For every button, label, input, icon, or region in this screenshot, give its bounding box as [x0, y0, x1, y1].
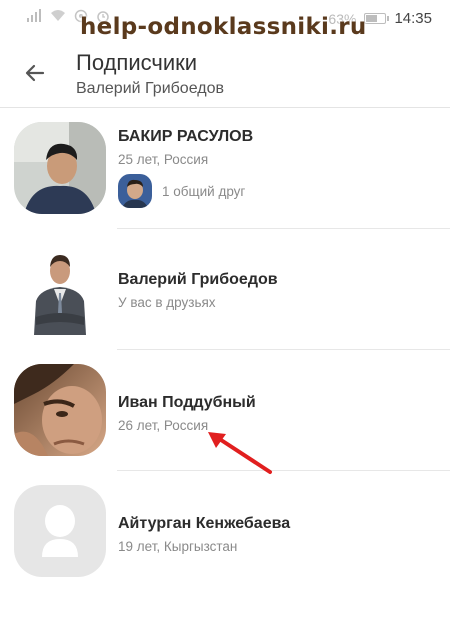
avatar-photo — [14, 364, 106, 456]
mutual-friends[interactable]: 1 общий друг — [118, 174, 245, 208]
mutual-friend-avatar — [118, 174, 152, 208]
avatar[interactable] — [14, 364, 106, 456]
subscriber-name[interactable]: Валерий Грибоедов — [118, 271, 278, 289]
wifi-icon — [51, 10, 65, 21]
subscriber-name[interactable]: Иван Поддубный — [118, 394, 256, 412]
battery-level — [366, 15, 378, 22]
avatar-photo — [14, 243, 106, 335]
avatar[interactable] — [14, 243, 106, 335]
watermark: help-odnoklassniki.ru — [80, 14, 367, 40]
subscriber-info: 19 лет, Кыргызстан — [118, 539, 238, 554]
avatar[interactable] — [14, 122, 106, 214]
signal-icon — [27, 9, 41, 22]
page-subtitle: Валерий Грибоедов — [76, 80, 224, 97]
arrow-left-icon — [25, 64, 45, 82]
clock: 14:35 — [394, 10, 432, 27]
user-placeholder-icon — [42, 505, 78, 557]
subscriber-info: 26 лет, Россия — [118, 418, 209, 433]
list-item[interactable]: Валерий Грибоедов У вас в друзьях — [0, 229, 450, 350]
list-item[interactable]: БАКИР РАСУЛОВ 25 лет, Россия 1 общий дру… — [0, 108, 450, 229]
battery-icon — [364, 13, 390, 24]
subscriber-name[interactable]: БАКИР РАСУЛОВ — [118, 128, 253, 146]
subscriber-info: 25 лет, Россия — [118, 152, 209, 167]
list-item[interactable]: Айтурган Кенжебаева 19 лет, Кыргызстан — [0, 471, 450, 592]
subscriber-info: У вас в друзьях — [118, 295, 216, 310]
back-button[interactable] — [18, 56, 52, 90]
avatar-photo — [14, 122, 106, 214]
top-app-bar: Подписчики Валерий Грибоедов — [0, 38, 450, 108]
page-title: Подписчики — [76, 50, 198, 75]
subscriber-list: БАКИР РАСУЛОВ 25 лет, Россия 1 общий дру… — [0, 108, 450, 592]
annotation-arrow-icon — [208, 432, 272, 474]
mutual-friends-count: 1 общий друг — [162, 183, 246, 199]
subscriber-name[interactable]: Айтурган Кенжебаева — [118, 515, 290, 533]
avatar-placeholder[interactable] — [14, 485, 106, 577]
